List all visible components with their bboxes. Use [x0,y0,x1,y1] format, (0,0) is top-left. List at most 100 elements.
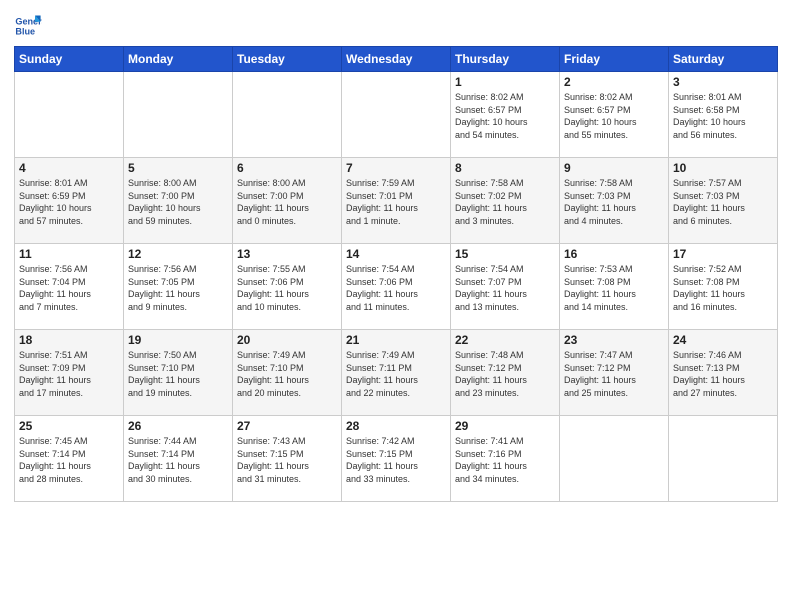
calendar-cell [233,72,342,158]
logo-icon: General Blue [14,12,42,40]
calendar-cell: 27 Sunrise: 7:43 AM Sunset: 7:15 PM Dayli… [233,416,342,502]
day-info: Sunrise: 7:46 AM Sunset: 7:13 PM Dayligh… [673,349,773,399]
calendar-dow-wednesday: Wednesday [342,47,451,72]
calendar-dow-friday: Friday [560,47,669,72]
day-info: Sunrise: 7:56 AM Sunset: 7:05 PM Dayligh… [128,263,228,313]
calendar-week-1: 4 Sunrise: 8:01 AM Sunset: 6:59 PM Daylig… [15,158,778,244]
calendar-cell: 6 Sunrise: 8:00 AM Sunset: 7:00 PM Daylig… [233,158,342,244]
day-number: 15 [455,247,555,261]
calendar-cell: 9 Sunrise: 7:58 AM Sunset: 7:03 PM Daylig… [560,158,669,244]
day-info: Sunrise: 7:54 AM Sunset: 7:06 PM Dayligh… [346,263,446,313]
day-number: 4 [19,161,119,175]
calendar-cell: 17 Sunrise: 7:52 AM Sunset: 7:08 PM Dayli… [669,244,778,330]
day-number: 27 [237,419,337,433]
day-number: 17 [673,247,773,261]
calendar-cell: 29Sunrise: 7:41 AM Sunset: 7:16 PM Dayli… [451,416,560,502]
calendar-dow-thursday: Thursday [451,47,560,72]
calendar-table: SundayMondayTuesdayWednesdayThursdayFrid… [14,46,778,502]
day-info: Sunrise: 7:41 AM Sunset: 7:16 PM Dayligh… [455,435,555,485]
day-number: 24 [673,333,773,347]
calendar-cell: 22Sunrise: 7:48 AM Sunset: 7:12 PM Dayli… [451,330,560,416]
calendar-cell: 13Sunrise: 7:55 AM Sunset: 7:06 PM Dayli… [233,244,342,330]
day-number: 3 [673,75,773,89]
calendar-header-row: SundayMondayTuesdayWednesdayThursdayFrid… [15,47,778,72]
calendar-cell: 2 Sunrise: 8:02 AM Sunset: 6:57 PM Daylig… [560,72,669,158]
calendar-cell [124,72,233,158]
day-info: Sunrise: 7:49 AM Sunset: 7:10 PM Dayligh… [237,349,337,399]
calendar-cell: 24 Sunrise: 7:46 AM Sunset: 7:13 PM Dayli… [669,330,778,416]
day-number: 5 [128,161,228,175]
calendar-cell: 23Sunrise: 7:47 AM Sunset: 7:12 PM Dayli… [560,330,669,416]
day-number: 1 [455,75,555,89]
calendar-week-2: 11 Sunrise: 7:56 AM Sunset: 7:04 PM Dayli… [15,244,778,330]
calendar-cell [342,72,451,158]
calendar-cell: 25 Sunrise: 7:45 AM Sunset: 7:14 PM Dayli… [15,416,124,502]
calendar-cell: 4 Sunrise: 8:01 AM Sunset: 6:59 PM Daylig… [15,158,124,244]
calendar-cell [669,416,778,502]
day-number: 8 [455,161,555,175]
day-number: 16 [564,247,664,261]
day-number: 19 [128,333,228,347]
calendar-dow-monday: Monday [124,47,233,72]
calendar-week-4: 25 Sunrise: 7:45 AM Sunset: 7:14 PM Dayli… [15,416,778,502]
day-info: Sunrise: 7:50 AM Sunset: 7:10 PM Dayligh… [128,349,228,399]
day-info: Sunrise: 8:00 AM Sunset: 7:00 PM Dayligh… [128,177,228,227]
day-number: 23 [564,333,664,347]
day-info: Sunrise: 7:57 AM Sunset: 7:03 PM Dayligh… [673,177,773,227]
day-number: 10 [673,161,773,175]
day-number: 12 [128,247,228,261]
calendar-cell: 12 Sunrise: 7:56 AM Sunset: 7:05 PM Dayli… [124,244,233,330]
calendar-cell: 20 Sunrise: 7:49 AM Sunset: 7:10 PM Dayli… [233,330,342,416]
calendar-cell: 3 Sunrise: 8:01 AM Sunset: 6:58 PM Daylig… [669,72,778,158]
calendar-cell: 19 Sunrise: 7:50 AM Sunset: 7:10 PM Dayli… [124,330,233,416]
calendar-cell: 26 Sunrise: 7:44 AM Sunset: 7:14 PM Dayli… [124,416,233,502]
page-container: General Blue SundayMondayTuesdayWednesda… [0,0,792,612]
day-info: Sunrise: 7:56 AM Sunset: 7:04 PM Dayligh… [19,263,119,313]
calendar-cell: 14 Sunrise: 7:54 AM Sunset: 7:06 PM Dayli… [342,244,451,330]
day-number: 9 [564,161,664,175]
day-info: Sunrise: 7:45 AM Sunset: 7:14 PM Dayligh… [19,435,119,485]
day-number: 26 [128,419,228,433]
day-number: 25 [19,419,119,433]
calendar-dow-tuesday: Tuesday [233,47,342,72]
day-number: 2 [564,75,664,89]
day-number: 7 [346,161,446,175]
day-info: Sunrise: 7:44 AM Sunset: 7:14 PM Dayligh… [128,435,228,485]
header: General Blue [14,12,778,40]
day-info: Sunrise: 8:00 AM Sunset: 7:00 PM Dayligh… [237,177,337,227]
logo: General Blue [14,12,46,40]
calendar-cell: 8 Sunrise: 7:58 AM Sunset: 7:02 PM Daylig… [451,158,560,244]
calendar-cell: 5 Sunrise: 8:00 AM Sunset: 7:00 PM Daylig… [124,158,233,244]
calendar-cell [15,72,124,158]
day-info: Sunrise: 8:01 AM Sunset: 6:58 PM Dayligh… [673,91,773,141]
day-info: Sunrise: 7:58 AM Sunset: 7:03 PM Dayligh… [564,177,664,227]
calendar-cell: 1 Sunrise: 8:02 AM Sunset: 6:57 PM Daylig… [451,72,560,158]
svg-text:Blue: Blue [15,26,35,36]
day-number: 6 [237,161,337,175]
day-info: Sunrise: 7:52 AM Sunset: 7:08 PM Dayligh… [673,263,773,313]
day-info: Sunrise: 7:53 AM Sunset: 7:08 PM Dayligh… [564,263,664,313]
day-info: Sunrise: 7:54 AM Sunset: 7:07 PM Dayligh… [455,263,555,313]
day-number: 14 [346,247,446,261]
day-info: Sunrise: 7:42 AM Sunset: 7:15 PM Dayligh… [346,435,446,485]
calendar-cell [560,416,669,502]
calendar-dow-sunday: Sunday [15,47,124,72]
calendar-dow-saturday: Saturday [669,47,778,72]
day-number: 18 [19,333,119,347]
calendar-cell: 11 Sunrise: 7:56 AM Sunset: 7:04 PM Dayli… [15,244,124,330]
day-number: 20 [237,333,337,347]
day-number: 11 [19,247,119,261]
day-info: Sunrise: 7:51 AM Sunset: 7:09 PM Dayligh… [19,349,119,399]
day-info: Sunrise: 8:02 AM Sunset: 6:57 PM Dayligh… [455,91,555,141]
day-info: Sunrise: 8:02 AM Sunset: 6:57 PM Dayligh… [564,91,664,141]
day-info: Sunrise: 8:01 AM Sunset: 6:59 PM Dayligh… [19,177,119,227]
day-info: Sunrise: 7:59 AM Sunset: 7:01 PM Dayligh… [346,177,446,227]
calendar-week-3: 18 Sunrise: 7:51 AM Sunset: 7:09 PM Dayli… [15,330,778,416]
day-info: Sunrise: 7:43 AM Sunset: 7:15 PM Dayligh… [237,435,337,485]
calendar-cell: 28 Sunrise: 7:42 AM Sunset: 7:15 PM Dayli… [342,416,451,502]
day-number: 28 [346,419,446,433]
day-info: Sunrise: 7:48 AM Sunset: 7:12 PM Dayligh… [455,349,555,399]
calendar-cell: 15 Sunrise: 7:54 AM Sunset: 7:07 PM Dayli… [451,244,560,330]
day-number: 13 [237,247,337,261]
day-info: Sunrise: 7:58 AM Sunset: 7:02 PM Dayligh… [455,177,555,227]
